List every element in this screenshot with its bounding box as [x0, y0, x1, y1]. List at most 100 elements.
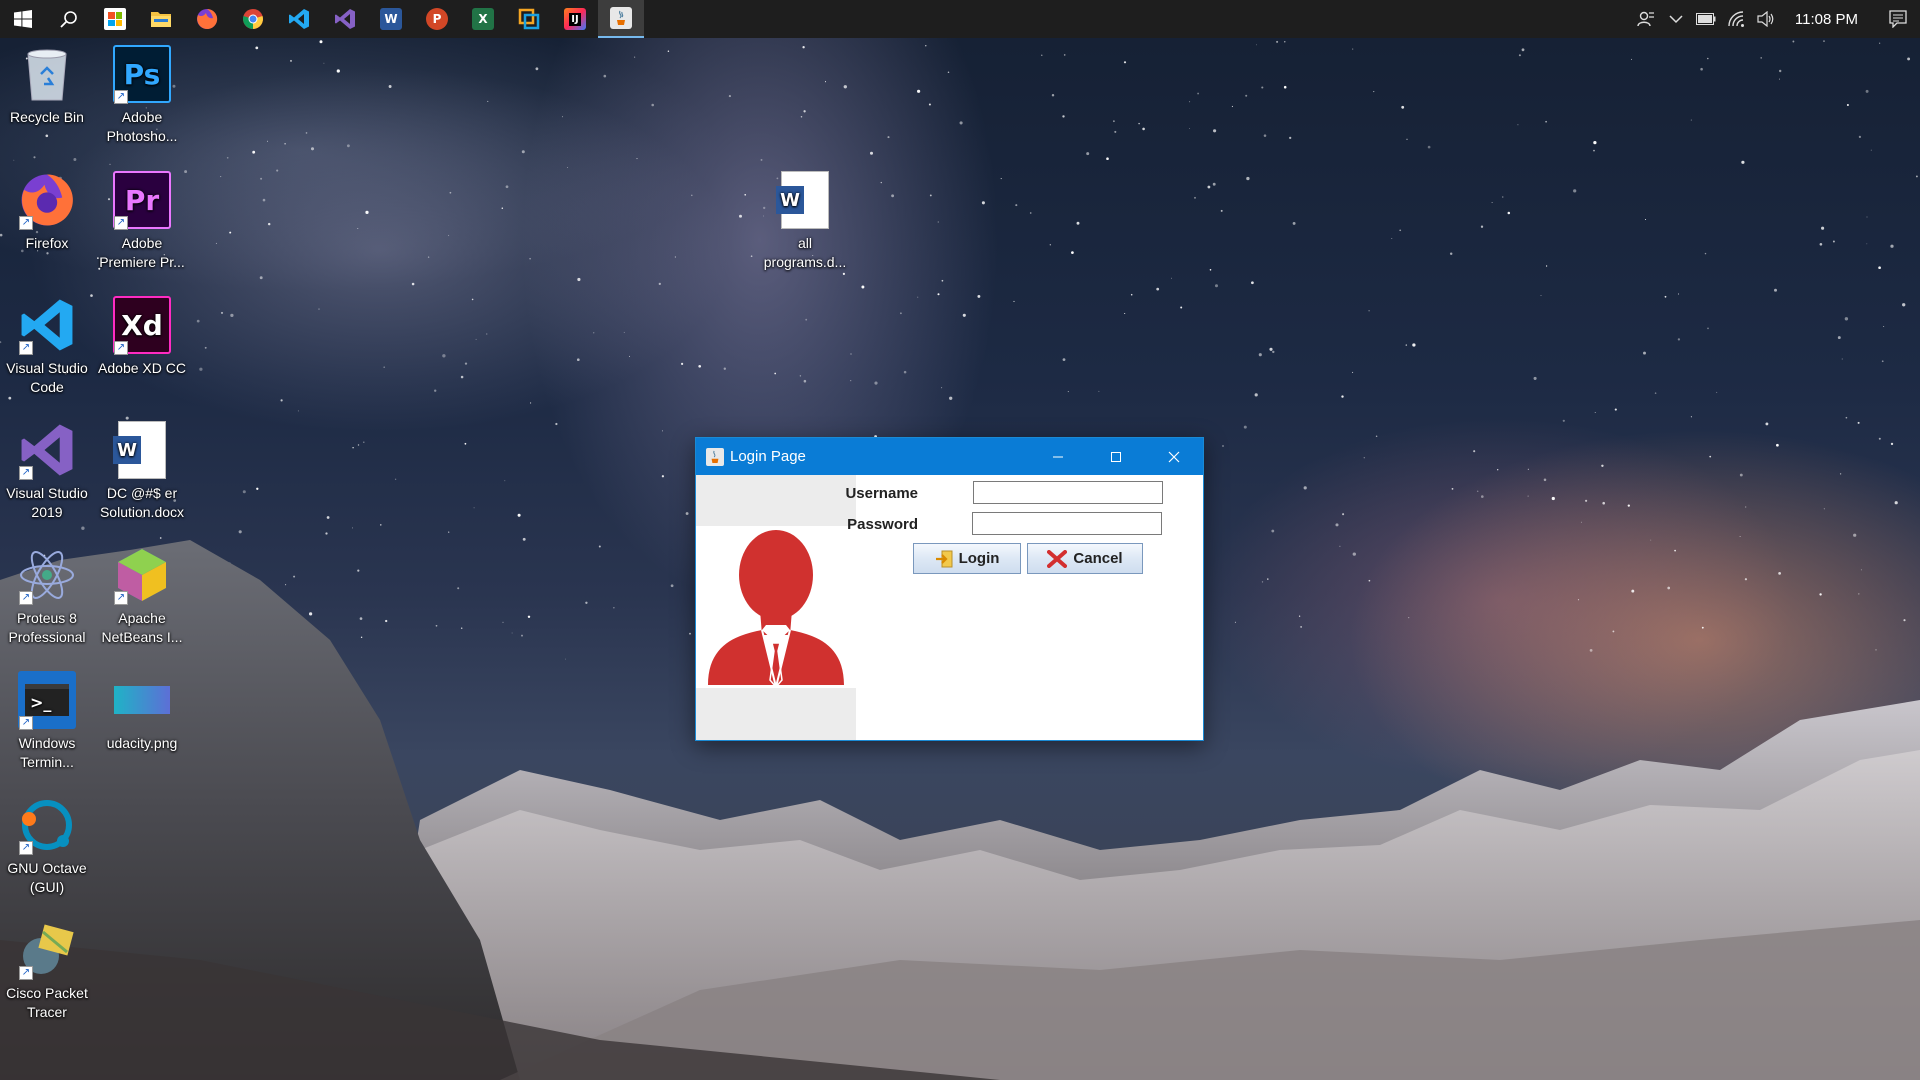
desktop-icon-label: Apache NetBeans I... [101, 610, 183, 645]
shortcut-arrow-icon: ↗ [114, 341, 128, 355]
desktop-icon-netbeans[interactable]: ↗ Apache NetBeans I... [95, 545, 189, 647]
desktop-icon-label: Cisco Packet Tracer [6, 985, 88, 1020]
desktop-icon-all-programs[interactable]: W all programs.d... [758, 170, 852, 272]
desktop-icon-label: Recycle Bin [10, 109, 84, 125]
desktop-icon-octave[interactable]: ↗ GNU Octave (GUI) [0, 795, 94, 897]
password-field[interactable] [972, 512, 1162, 535]
firefox-icon [197, 8, 218, 29]
intellij-icon: IJ [564, 8, 586, 30]
desktop-icon-terminal[interactable]: >_ ↗ Windows Termin... [0, 670, 94, 772]
image-thumbnail-icon [114, 686, 170, 714]
powerpoint-icon: P [426, 8, 448, 30]
cancel-button[interactable]: Cancel [1027, 543, 1143, 574]
taskbar-chrome[interactable] [230, 0, 276, 38]
system-tray: 11:08 PM [1631, 0, 1920, 38]
windows-logo-icon [14, 10, 32, 28]
store-icon [104, 8, 126, 30]
window-title: Login Page [730, 448, 806, 465]
folder-icon [151, 12, 171, 27]
desktop-icon-recycle-bin[interactable]: Recycle Bin [0, 44, 94, 127]
search-icon [60, 11, 77, 28]
start-button[interactable] [0, 0, 46, 38]
taskbar-word[interactable]: W [368, 0, 414, 38]
desktop-icon-label: all programs.d... [763, 235, 847, 270]
desktop-icon-proteus[interactable]: ↗ Proteus 8 Professional [0, 545, 94, 647]
taskbar-vscode[interactable] [276, 0, 322, 38]
shortcut-arrow-icon: ↗ [19, 216, 33, 230]
app-icon [518, 8, 540, 30]
shortcut-arrow-icon: ↗ [19, 716, 33, 730]
wifi-icon[interactable] [1721, 0, 1751, 38]
taskbar-file-explorer[interactable] [138, 0, 184, 38]
taskbar-app[interactable] [506, 0, 552, 38]
cancel-icon [1047, 549, 1068, 568]
desktop-icon-docx[interactable]: W DC @#$ er Solution.docx [95, 420, 189, 522]
battery-icon[interactable] [1691, 0, 1721, 38]
taskbar-store[interactable] [92, 0, 138, 38]
maximize-icon [1111, 451, 1121, 462]
taskbar-visual-studio[interactable] [322, 0, 368, 38]
desktop-icon-label: DC @#$ er Solution.docx [99, 485, 185, 520]
taskbar-firefox[interactable] [184, 0, 230, 38]
desktop-icon-label: Visual Studio 2019 [6, 485, 88, 520]
desktop-icon-firefox[interactable]: ↗ Firefox [0, 170, 94, 253]
minimize-button[interactable] [1029, 438, 1087, 475]
login-form: Username Password Login Cancel [696, 475, 1203, 740]
desktop-icon-label: Adobe Photosho... [106, 109, 178, 144]
clock[interactable]: 11:08 PM [1781, 11, 1876, 28]
desktop-icon-label: Proteus 8 Professional [8, 610, 86, 645]
maximize-button[interactable] [1087, 438, 1145, 475]
vscode-icon [289, 9, 309, 29]
taskbar-java-app[interactable] [598, 0, 644, 38]
desktop-icon-label: Firefox [25, 235, 69, 251]
notification-center-icon[interactable] [1876, 0, 1920, 38]
desktop-icon-label: Adobe XD CC [98, 360, 186, 376]
word-document-icon: W [776, 171, 829, 229]
shortcut-arrow-icon: ↗ [19, 841, 33, 855]
word-document-icon: W [113, 421, 166, 479]
shortcut-arrow-icon: ↗ [19, 466, 33, 480]
desktop-icon-label: Windows Termin... [18, 735, 76, 770]
desktop-icon-photoshop[interactable]: Ps ↗ Adobe Photosho... [95, 44, 189, 146]
people-icon[interactable] [1631, 0, 1661, 38]
chevron-up-icon[interactable] [1661, 0, 1691, 38]
username-field[interactable] [973, 481, 1163, 504]
desktop-icon-packet-tracer[interactable]: ↗ Cisco Packet Tracer [0, 920, 94, 1022]
minimize-icon [1053, 456, 1063, 457]
desktop-icon-label: GNU Octave (GUI) [7, 860, 87, 895]
volume-icon[interactable] [1751, 0, 1781, 38]
login-button[interactable]: Login [913, 543, 1021, 574]
java-icon [610, 7, 632, 29]
desktop-icon-label: udacity.png [106, 735, 178, 751]
window-titlebar[interactable]: Login Page [696, 438, 1203, 475]
taskbar-intellij[interactable]: IJ [552, 0, 598, 38]
desktop-icon-label: Adobe Premiere Pr... [99, 235, 185, 270]
shortcut-arrow-icon: ↗ [19, 341, 33, 355]
desktop-icon-label: Visual Studio Code [6, 360, 88, 395]
desktop-icon-vs2019[interactable]: ↗ Visual Studio 2019 [0, 420, 94, 522]
shortcut-arrow-icon: ↗ [19, 591, 33, 605]
java-icon [706, 447, 724, 466]
taskbar-excel[interactable]: X [460, 0, 506, 38]
shortcut-arrow-icon: ↗ [114, 591, 128, 605]
close-icon [1168, 451, 1180, 462]
avatar-panel [696, 475, 856, 740]
desktop-icon-udacity[interactable]: udacity.png [95, 670, 189, 753]
chrome-icon [243, 9, 263, 29]
shortcut-arrow-icon: ↗ [19, 966, 33, 980]
username-label: Username [845, 485, 918, 502]
user-avatar-icon [708, 530, 844, 689]
cancel-button-label: Cancel [1073, 550, 1123, 567]
desktop-icon-vscode[interactable]: ↗ Visual Studio Code [0, 295, 94, 397]
login-icon [935, 550, 953, 567]
shortcut-arrow-icon: ↗ [114, 90, 128, 104]
visual-studio-icon [335, 9, 355, 29]
desktop-icon-premiere[interactable]: Pr ↗ Adobe Premiere Pr... [95, 170, 189, 272]
taskbar-powerpoint[interactable]: P [414, 0, 460, 38]
login-window: Login Page Username Password Login Cance… [695, 437, 1204, 741]
search-button[interactable] [46, 0, 92, 38]
close-button[interactable] [1145, 438, 1203, 475]
password-label: Password [847, 516, 918, 533]
recycle-bin-icon [27, 49, 67, 101]
desktop-icon-xd[interactable]: Xd ↗ Adobe XD CC [95, 295, 189, 378]
